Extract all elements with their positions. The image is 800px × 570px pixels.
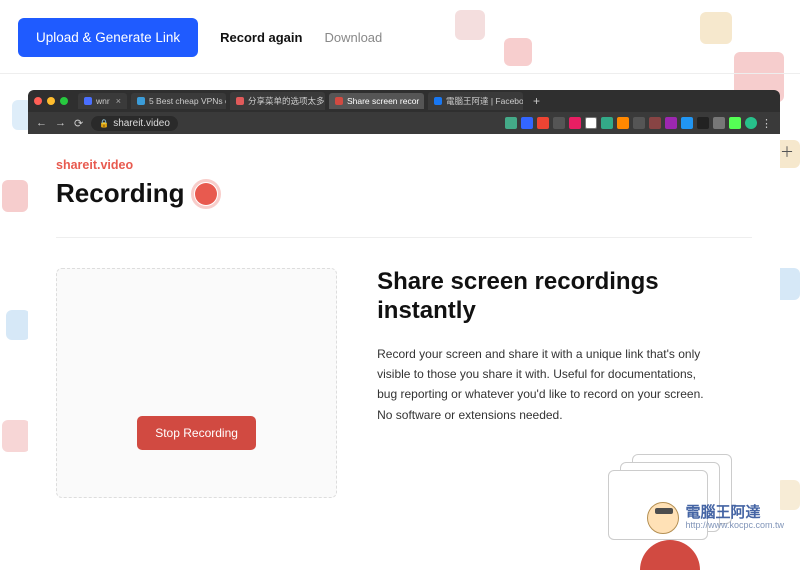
extension-icon[interactable]	[537, 117, 549, 129]
stop-recording-button[interactable]: Stop Recording	[137, 416, 256, 450]
recording-preview-placeholder: Stop Recording	[56, 268, 337, 498]
crosshair-icon: ＋	[780, 142, 794, 162]
menu-icon[interactable]: ⋮	[761, 117, 772, 130]
minimize-icon[interactable]	[47, 97, 55, 105]
upload-generate-link-button[interactable]: Upload & Generate Link	[18, 18, 198, 57]
url-text: shareit.video	[113, 118, 170, 129]
close-icon[interactable]	[34, 97, 42, 105]
extension-icon[interactable]	[633, 117, 645, 129]
url-field[interactable]: 🔒 shareit.video	[91, 116, 178, 131]
profile-avatar[interactable]	[745, 117, 757, 129]
extension-icon[interactable]	[649, 117, 661, 129]
extension-icon[interactable]	[697, 117, 709, 129]
watermark-url: http://www.kocpc.com.tw	[685, 521, 784, 531]
back-icon[interactable]: ←	[36, 117, 47, 129]
record-again-link[interactable]: Record again	[220, 30, 302, 45]
extension-icon[interactable]	[505, 117, 517, 129]
browser-tab[interactable]: 電腦王阿達 | Facebook×	[428, 92, 523, 110]
bg-tile	[2, 420, 30, 452]
extension-icon[interactable]	[569, 117, 581, 129]
watermark: 電腦王阿達 http://www.kocpc.com.tw	[647, 502, 784, 534]
extension-icon[interactable]	[681, 117, 693, 129]
extension-icon[interactable]	[585, 117, 597, 129]
lock-icon: 🔒	[99, 119, 109, 128]
tab-label: 分享菜单的选项太多太对	[248, 95, 325, 107]
tab-label: wnr	[96, 96, 110, 106]
extension-icon[interactable]	[617, 117, 629, 129]
browser-tab-active[interactable]: Share screen recor×	[329, 93, 424, 109]
recording-status: Recording	[56, 178, 752, 209]
browser-addressbar: ← → ⟳ 🔒 shareit.video ⋮	[28, 112, 780, 134]
hero-body: Record your screen and share it with a u…	[377, 344, 707, 426]
maximize-icon[interactable]	[60, 97, 68, 105]
download-link[interactable]: Download	[324, 30, 382, 45]
watermark-avatar-icon	[647, 502, 679, 534]
tab-label: 5 Best cheap VPNs of	[149, 96, 226, 106]
extensions-tray: ⋮	[505, 117, 772, 130]
tab-label: 電腦王阿達 | Facebook	[446, 95, 523, 107]
extension-icon[interactable]	[713, 117, 725, 129]
close-tab-icon[interactable]: ×	[116, 96, 121, 106]
bg-tile	[6, 310, 30, 340]
browser-window: wnr× 5 Best cheap VPNs of× 分享菜单的选项太多太对× …	[28, 90, 780, 534]
window-controls	[34, 97, 68, 105]
brand-text: shareit.video	[56, 158, 752, 172]
browser-tab[interactable]: wnr ×	[78, 93, 127, 109]
extension-icon[interactable]	[553, 117, 565, 129]
extension-icon[interactable]	[521, 117, 533, 129]
browser-tabstrip: wnr× 5 Best cheap VPNs of× 分享菜单的选项太多太对× …	[28, 90, 780, 112]
extension-icon[interactable]	[665, 117, 677, 129]
reload-icon[interactable]: ⟳	[74, 117, 83, 130]
recording-label: Recording	[56, 178, 185, 209]
extension-icon[interactable]	[729, 117, 741, 129]
page-content: shareit.video Recording Stop Recording S…	[28, 134, 780, 534]
recording-indicator-icon	[195, 183, 217, 205]
watermark-title: 電腦王阿達	[685, 505, 784, 522]
hero-headline: Share screen recordings instantly	[377, 268, 752, 326]
tab-label: Share screen recor	[347, 96, 419, 106]
camera-icon	[640, 540, 700, 570]
extension-icon[interactable]	[601, 117, 613, 129]
new-tab-button[interactable]: +	[527, 94, 546, 108]
action-bar: Upload & Generate Link Record again Down…	[0, 0, 800, 74]
browser-tab[interactable]: 5 Best cheap VPNs of×	[131, 93, 226, 109]
browser-tab[interactable]: 分享菜单的选项太多太对×	[230, 92, 325, 110]
forward-icon[interactable]: →	[55, 117, 66, 129]
bg-tile	[2, 180, 28, 212]
